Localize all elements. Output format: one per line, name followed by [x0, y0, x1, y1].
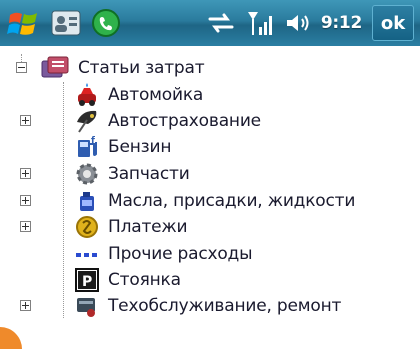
tree-item-label: Масла, присадки, жидкости: [108, 191, 356, 211]
expand-toggle[interactable]: [20, 300, 31, 311]
volume-icon[interactable]: [285, 12, 311, 34]
ok-button[interactable]: ok: [372, 5, 414, 41]
collapse-toggle[interactable]: [16, 62, 27, 73]
car-wash-icon: [78, 83, 96, 106]
tree-item-label: Прочие расходы: [108, 244, 253, 264]
tree-item-label: Запчасти: [108, 164, 190, 184]
fuel-pump-icon: f: [78, 136, 97, 157]
tree-item-car-wash[interactable]: Автомойка: [40, 81, 203, 109]
expand-toggle[interactable]: [20, 115, 31, 126]
gear-icon: [76, 163, 98, 185]
title-bar: 9:12 ok: [0, 0, 420, 46]
signal-strength-icon[interactable]: [245, 9, 275, 37]
parking-icon: P: [75, 268, 99, 292]
expand-toggle[interactable]: [20, 221, 31, 232]
tree-item-other-expenses[interactable]: Прочие расходы: [40, 240, 253, 268]
expense-categories-icon: [41, 56, 69, 78]
tree-item-payments[interactable]: Платежи: [20, 213, 188, 241]
coin-icon: [76, 216, 98, 238]
tree-item-label: Платежи: [108, 217, 188, 237]
dots-icon: [76, 253, 97, 257]
pocketpc-screen: 9:12 ok Статьи затрат Автомойка Автостра…: [0, 0, 420, 349]
windows-start-icon[interactable]: [6, 7, 40, 39]
tree-item-label: Техобслуживание, ремонт: [108, 296, 342, 316]
clock-time[interactable]: 9:12: [321, 13, 362, 33]
tools-icon: [77, 298, 95, 317]
tree-item-gasoline[interactable]: f Бензин: [40, 133, 171, 161]
tree-item-label: Стоянка: [108, 270, 181, 290]
tree-item-spare-parts[interactable]: Запчасти: [20, 160, 190, 188]
expand-toggle[interactable]: [20, 168, 31, 179]
tree-item-parking[interactable]: P Стоянка: [40, 266, 181, 294]
umbrella-icon: [77, 110, 97, 133]
tree-item-insurance[interactable]: Автострахование: [20, 107, 261, 135]
tree-item-oils[interactable]: Масла, присадки, жидкости: [20, 187, 356, 215]
expand-toggle[interactable]: [20, 195, 31, 206]
tree-root-label: Статьи затрат: [78, 58, 205, 78]
status-area: 9:12 ok: [207, 0, 414, 46]
tree-item-label: Автострахование: [108, 111, 261, 131]
tree-item-maintenance[interactable]: Техобслуживание, ремонт: [20, 292, 342, 320]
svg-text:P: P: [82, 274, 92, 290]
tree-root-node[interactable]: Статьи затрат: [16, 54, 205, 82]
phone-app-icon[interactable]: [90, 7, 122, 39]
oil-can-icon: [80, 192, 94, 211]
tree-item-label: Бензин: [108, 137, 172, 157]
connectivity-icon[interactable]: [207, 12, 235, 34]
tree-item-label: Автомойка: [108, 85, 204, 105]
expense-tree: Статьи затрат Автомойка Автострахование: [0, 48, 420, 338]
svg-text:f: f: [91, 136, 95, 146]
contacts-app-icon[interactable]: [50, 7, 82, 39]
